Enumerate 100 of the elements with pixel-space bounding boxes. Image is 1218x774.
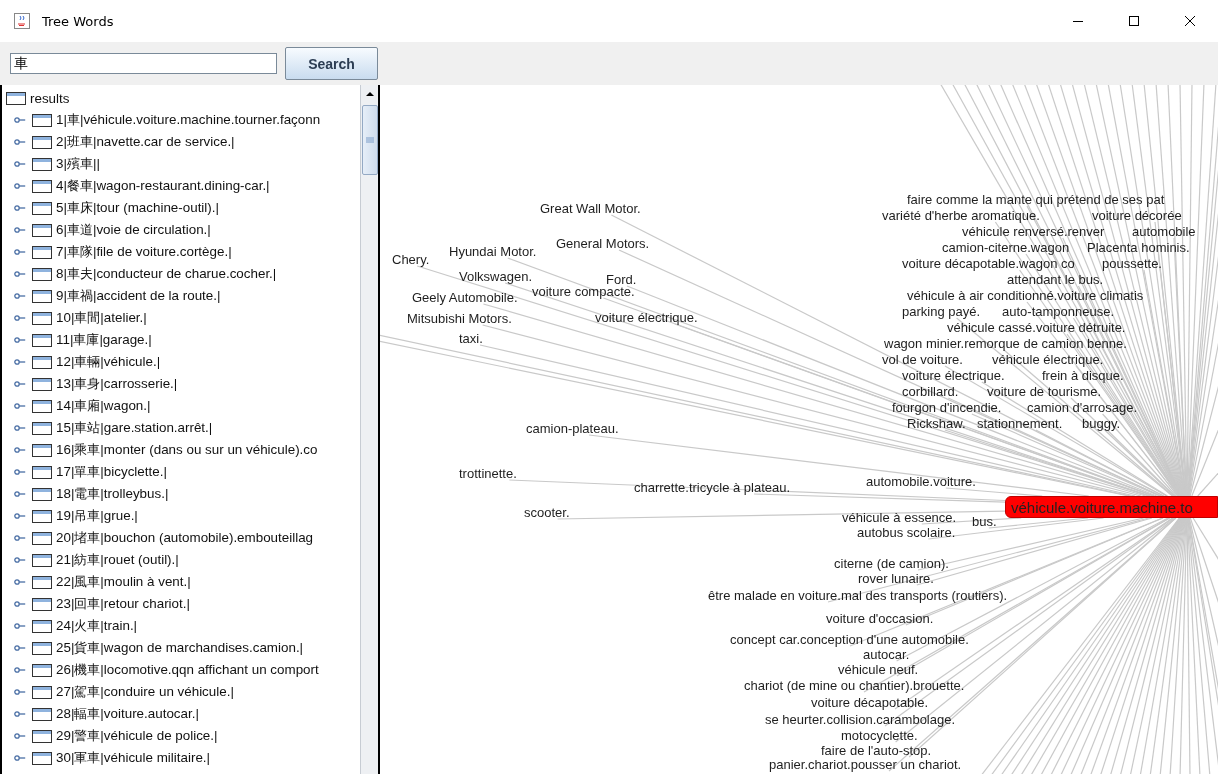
graph-node-label[interactable]: motocyclette. bbox=[841, 729, 918, 743]
graph-node-label[interactable]: attendant le bus. bbox=[1007, 273, 1104, 287]
graph-node-label[interactable]: rover lunaire. bbox=[858, 572, 934, 586]
center-node[interactable]: véhicule.voiture.machine.to bbox=[1005, 496, 1218, 518]
graph-node-label[interactable]: chariot (de mine ou chantier).brouette. bbox=[744, 679, 965, 693]
graph-node-label[interactable]: wagon minier.remorque de camion benne. bbox=[884, 337, 1127, 351]
graph-node-label[interactable]: parking payé. bbox=[902, 305, 981, 319]
graph-node-label[interactable]: auto-tamponneuse. bbox=[1002, 305, 1115, 319]
expand-toggle-icon[interactable] bbox=[14, 466, 26, 478]
tree-item-label[interactable]: 7|車隊|file de voiture.cortège.| bbox=[56, 243, 232, 261]
graph-node-label[interactable]: camion-plateau. bbox=[526, 422, 619, 436]
expand-toggle-icon[interactable] bbox=[14, 554, 26, 566]
graph-node-label[interactable]: voiture électrique. bbox=[595, 311, 698, 325]
graph-node-label[interactable]: Volkswagen. bbox=[459, 270, 532, 284]
expand-toggle-icon[interactable] bbox=[14, 114, 26, 126]
expand-toggle-icon[interactable] bbox=[14, 752, 26, 764]
expand-toggle-icon[interactable] bbox=[14, 356, 26, 368]
expand-toggle-icon[interactable] bbox=[14, 510, 26, 522]
graph-node-label[interactable]: fourgon d'incendie. bbox=[892, 401, 1002, 415]
expand-toggle-icon[interactable] bbox=[14, 598, 26, 610]
tree-item-label[interactable]: 5|車床|tour (machine-outil).| bbox=[56, 199, 219, 217]
graph-node-label[interactable]: Placenta hominis. bbox=[1087, 241, 1190, 255]
graph-node-label[interactable]: citerne (de camion). bbox=[834, 557, 949, 571]
tree-root-label[interactable]: results bbox=[30, 90, 70, 106]
graph-node-label[interactable]: stationnement. bbox=[977, 417, 1063, 431]
graph-node-label[interactable]: voiture décapotable. bbox=[811, 696, 929, 710]
expand-toggle-icon[interactable] bbox=[14, 224, 26, 236]
tree-item-label[interactable]: 3|殯車|| bbox=[56, 155, 100, 173]
expand-toggle-icon[interactable] bbox=[14, 708, 26, 720]
tree-item-label[interactable]: 22|風車|moulin à vent.| bbox=[56, 573, 191, 591]
expand-toggle-icon[interactable] bbox=[14, 444, 26, 456]
graph-node-label[interactable]: buggy. bbox=[1082, 417, 1121, 431]
tree-item-label[interactable]: 21|紡車|rouet (outil).| bbox=[56, 551, 179, 569]
tree-item-label[interactable]: 26|機車|locomotive.qqn affichant un comport bbox=[56, 661, 319, 679]
expand-toggle-icon[interactable] bbox=[14, 268, 26, 280]
expand-toggle-icon[interactable] bbox=[14, 422, 26, 434]
tree-item-label[interactable]: 10|車間|atelier.| bbox=[56, 309, 147, 327]
graph-node-label[interactable]: taxi. bbox=[459, 332, 483, 346]
graph-node-label[interactable]: vol de voiture. bbox=[882, 353, 963, 367]
expand-toggle-icon[interactable] bbox=[14, 730, 26, 742]
expand-toggle-icon[interactable] bbox=[14, 180, 26, 192]
graph-node-label[interactable]: automobile bbox=[1132, 225, 1196, 239]
tree-item-label[interactable]: 18|電車|trolleybus.| bbox=[56, 485, 169, 503]
graph-node-label[interactable]: être malade en voiture.mal des transports (routiers). bbox=[708, 589, 1008, 603]
tree-item-label[interactable]: 14|車廂|wagon.| bbox=[56, 397, 151, 415]
expand-toggle-icon[interactable] bbox=[14, 378, 26, 390]
graph-node-label[interactable]: voiture d'occasion. bbox=[826, 612, 934, 626]
tree-item-label[interactable]: 11|車庫|garage.| bbox=[56, 331, 152, 349]
graph-node-label[interactable]: automobile.voiture. bbox=[866, 475, 976, 489]
graph-node-label[interactable]: General Motors. bbox=[556, 237, 650, 251]
expand-toggle-icon[interactable] bbox=[14, 158, 26, 170]
graph-node-label[interactable]: voiture électrique. bbox=[902, 369, 1005, 383]
tree-item-label[interactable]: 6|車道|voie de circulation.| bbox=[56, 221, 211, 239]
graph-node-label[interactable]: voiture décapotable.wagon co bbox=[902, 257, 1075, 271]
graph-node-label[interactable]: Mitsubishi Motors. bbox=[407, 312, 512, 326]
expand-toggle-icon[interactable] bbox=[14, 532, 26, 544]
tree-item-label[interactable]: 4|餐車|wagon-restaurant.dining-car.| bbox=[56, 177, 270, 195]
graph-node-label[interactable]: corbillard. bbox=[902, 385, 959, 399]
tree-item-label[interactable]: 24|火車|train.| bbox=[56, 617, 138, 635]
expand-toggle-icon[interactable] bbox=[14, 400, 26, 412]
tree-item-label[interactable]: 1|車|véhicule.voiture.machine.tourner.façonn bbox=[56, 111, 321, 129]
expand-toggle-icon[interactable] bbox=[14, 488, 26, 500]
expand-toggle-icon[interactable] bbox=[14, 312, 26, 324]
tree-item-label[interactable]: 29|警車|véhicule de police.| bbox=[56, 727, 218, 745]
graph-node-label[interactable]: Hyundai Motor. bbox=[449, 245, 537, 259]
tree-item-label[interactable]: 2|班車|navette.car de service.| bbox=[56, 133, 235, 151]
graph-node-label[interactable]: poussette. bbox=[1102, 257, 1162, 271]
graph-node-label[interactable]: charrette.tricycle à plateau. bbox=[634, 481, 791, 495]
tree-item-label[interactable]: 8|車夫|conducteur de charue.cocher.| bbox=[56, 265, 277, 283]
expand-toggle-icon[interactable] bbox=[14, 686, 26, 698]
graph-node-label[interactable]: faire comme la mante qui prétend de ses pat bbox=[907, 193, 1165, 207]
tree-item-label[interactable]: 28|輻車|voiture.autocar.| bbox=[56, 705, 199, 723]
graph-node-label[interactable]: voiture de tourisme. bbox=[987, 385, 1102, 399]
tree-item-label[interactable]: 13|車身|carrosserie.| bbox=[56, 375, 178, 393]
tree-item-label[interactable]: 12|車輛|véhicule.| bbox=[56, 353, 161, 371]
graph-node-label[interactable]: Chery. bbox=[392, 253, 430, 267]
vertical-scrollbar[interactable] bbox=[360, 85, 378, 774]
expand-toggle-icon[interactable] bbox=[14, 642, 26, 654]
graph-node-label[interactable]: frein à disque. bbox=[1042, 369, 1124, 383]
graph-node-label[interactable]: scooter. bbox=[524, 506, 570, 520]
graph-node-label[interactable]: autocar. bbox=[863, 648, 910, 662]
graph-node-label[interactable]: panier.chariot.pousser un chariot. bbox=[769, 758, 962, 772]
graph-node-label[interactable]: Great Wall Motor. bbox=[540, 202, 641, 216]
graph-node-label[interactable]: autobus scolaire. bbox=[857, 526, 956, 540]
search-field[interactable]: 車 bbox=[10, 53, 277, 74]
tree-item-label[interactable]: 9|車禍|accident de la route.| bbox=[56, 287, 221, 305]
expand-toggle-icon[interactable] bbox=[14, 202, 26, 214]
tree-item-label[interactable]: 16|乘車|monter (dans ou sur un véhicule).co bbox=[56, 441, 318, 459]
expand-toggle-icon[interactable] bbox=[14, 620, 26, 632]
graph-node-label[interactable]: véhicule à air conditionné.voiture climatis bbox=[907, 289, 1144, 303]
tree-item-label[interactable]: 17|單車|bicyclette.| bbox=[56, 463, 167, 481]
tree-item-label[interactable]: 25|貨車|wagon de marchandises.camion.| bbox=[56, 639, 304, 657]
search-button[interactable]: Search bbox=[285, 47, 378, 80]
expand-toggle-icon[interactable] bbox=[14, 576, 26, 588]
expand-toggle-icon[interactable] bbox=[14, 290, 26, 302]
tree-item-label[interactable]: 23|回車|retour chariot.| bbox=[56, 595, 190, 613]
tree-item-label[interactable]: 15|車站|gare.station.arrêt.| bbox=[56, 419, 213, 437]
graph-node-label[interactable]: voiture décorée bbox=[1092, 209, 1182, 223]
graph-node-label[interactable]: variété d'herbe aromatique. bbox=[882, 209, 1040, 223]
tree-item-label[interactable]: 20|堵車|bouchon (automobile).embouteillag bbox=[56, 529, 314, 547]
